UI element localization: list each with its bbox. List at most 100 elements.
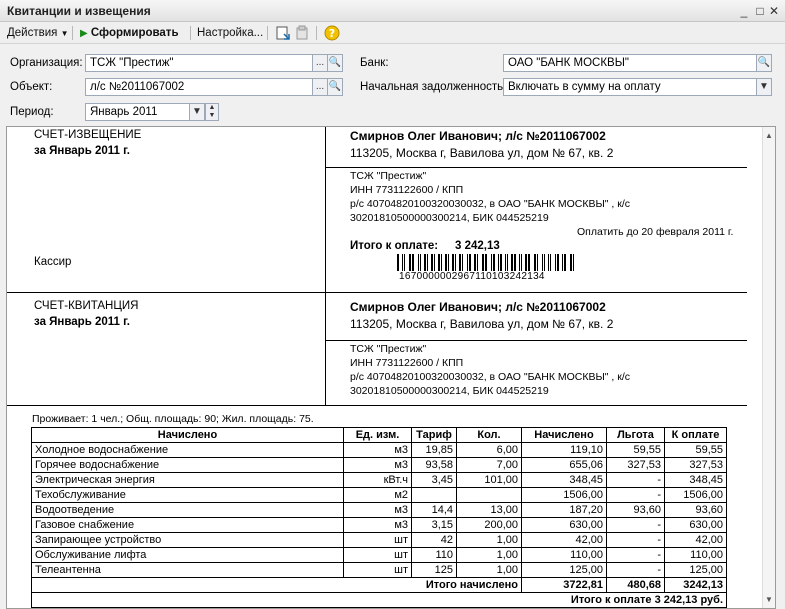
table-cell: 101,00	[456, 472, 522, 488]
table-cell: 14,4	[411, 502, 457, 518]
help-icon[interactable]: ?	[324, 25, 340, 41]
column-header: Начислено	[31, 427, 344, 443]
play-icon: ▶	[80, 28, 88, 39]
minimize-icon[interactable]: _	[737, 4, 751, 18]
receipt-period: за Январь 2011 г.	[34, 316, 130, 328]
table-cell: кВт.ч	[343, 472, 412, 488]
toolbar-separator	[72, 26, 73, 40]
table-cell: 6,00	[456, 442, 522, 458]
chevron-down-icon[interactable]: ▼	[189, 103, 205, 121]
table-row: Обслуживание лифта шт 110 1,00 110,00-110,00	[31, 547, 727, 563]
table-cell: Газовое снабжение	[31, 517, 344, 533]
org-field[interactable]: ТСЖ "Престиж"	[85, 54, 313, 72]
generate-button[interactable]: ▶ Сформировать	[80, 25, 179, 41]
select-button[interactable]: ...	[312, 54, 328, 72]
table-row: Телеантенна шт 125 1,00 125,00-125,00	[31, 562, 727, 578]
total-row: Итого начислено 3722,81 480,68 3242,13	[31, 577, 727, 593]
search-icon[interactable]: 🔍	[756, 54, 772, 72]
receipt-address: 113205, Москва г, Вавилова ул, дом № 67,…	[350, 317, 614, 331]
table-row: Водоотведение м3 14,4 13,00 187,20 93,60 93,60	[31, 502, 727, 518]
window-titlebar: Квитанции и извещения _ □ ✕	[0, 0, 785, 22]
barcode-bar	[519, 254, 520, 271]
table-cell: Запирающее устройство	[31, 532, 344, 548]
close-icon[interactable]: ✕	[767, 4, 781, 18]
period-field[interactable]: Январь 2011	[85, 103, 190, 121]
object-label: Объект:	[10, 81, 53, 93]
table-cell: 348,45	[664, 472, 727, 488]
barcode-bar	[431, 254, 433, 271]
table-cell: 93,60	[664, 502, 727, 518]
save-settings-icon[interactable]	[275, 25, 291, 41]
barcode-bar	[548, 254, 549, 271]
recipient-account: р/с 40704820100320030032, в ОАО "БАНК МО…	[350, 371, 630, 383]
document-preview[interactable]: ▲ ▼ СЧЕТ-ИЗВЕЩЕНИЕ за Январь 2011 г. Кас…	[6, 126, 776, 609]
table-cell: Холодное водоснабжение	[31, 442, 344, 458]
bank-label: Банк:	[360, 57, 389, 69]
search-icon[interactable]: 🔍	[327, 78, 343, 96]
table-cell: 59,55	[606, 442, 665, 458]
select-button[interactable]: ...	[312, 78, 328, 96]
vertical-scrollbar[interactable]: ▲ ▼	[762, 127, 775, 608]
receipt-payer: Смирнов Олег Иванович; л/с №2011067002	[350, 300, 606, 314]
search-icon[interactable]: 🔍	[327, 54, 343, 72]
barcode-bar	[557, 254, 559, 271]
recipient-name: ТСЖ "Престиж"	[350, 343, 427, 355]
table-cell: м3	[343, 442, 412, 458]
restore-settings-icon[interactable]	[294, 25, 310, 41]
table-row: Техобслуживание м2 1506,00-1506,00	[31, 487, 727, 503]
table-cell: 1,00	[456, 547, 522, 563]
column-header: Начислено	[521, 427, 607, 443]
chevron-down-icon: ▼	[60, 29, 69, 38]
window-title: Квитанции и извещения	[7, 4, 151, 18]
table-cell: -	[606, 547, 665, 563]
table-cell: 42,00	[521, 532, 607, 548]
scroll-up-icon[interactable]: ▲	[765, 131, 773, 140]
barcode-bar	[482, 254, 484, 271]
column-header: Тариф	[411, 427, 457, 443]
table-cell: шт	[343, 562, 412, 578]
table-cell: 125,00	[521, 562, 607, 578]
barcode-bar	[521, 254, 522, 271]
barcode-bar	[573, 254, 574, 271]
total-accrued: 3722,81	[521, 577, 607, 593]
table-cell: 1,00	[456, 562, 522, 578]
table-cell: 125	[411, 562, 457, 578]
maximize-icon[interactable]: □	[753, 4, 767, 18]
barcode-bar	[445, 254, 447, 271]
table-cell: 7,00	[456, 457, 522, 473]
table-cell: -	[606, 532, 665, 548]
table-row: Запирающее устройство шт 42 1,00 42,00-42,00	[31, 532, 727, 548]
table-row: Холодное водоснабжение м3 19,85 6,00 119,10 5…	[31, 442, 727, 458]
cashier-label: Кассир	[34, 256, 72, 268]
column-header: Кол.	[456, 427, 522, 443]
bank-field[interactable]: ОАО "БАНК МОСКВЫ"	[503, 54, 757, 72]
barcode-bar	[498, 254, 499, 271]
grand-total-row: Итого к оплате 3 242,13 руб.	[31, 592, 727, 608]
scroll-down-icon[interactable]: ▼	[765, 595, 773, 604]
debt-select[interactable]: Включать в сумму на оплату	[503, 78, 757, 96]
table-cell: 327,53	[664, 457, 727, 473]
actions-menu[interactable]: Действия ▼	[7, 25, 69, 41]
settings-button[interactable]: Настройка...	[197, 25, 263, 41]
divider	[325, 167, 747, 168]
chevron-down-icon[interactable]: ▼	[756, 78, 772, 96]
table-cell: м3	[343, 517, 412, 533]
barcode-bar	[420, 254, 421, 271]
toolbar: Действия ▼ ▶ Сформировать Настройка... ?	[0, 22, 785, 44]
table-cell: -	[606, 517, 665, 533]
recipient-bik: 30201810500000300214, БИК 044525219	[350, 385, 549, 397]
table-cell: 125,00	[664, 562, 727, 578]
table-cell: 3,45	[411, 472, 457, 488]
actions-label: Действия	[7, 27, 58, 39]
table-cell: 1,00	[456, 532, 522, 548]
table-cell: 655,06	[521, 457, 607, 473]
table-cell: 93,58	[411, 457, 457, 473]
table-cell	[456, 487, 522, 503]
object-field[interactable]: л/с №2011067002	[85, 78, 313, 96]
barcode-bar	[534, 254, 536, 271]
period-stepper[interactable]: ▲ ▼	[205, 103, 219, 121]
barcode	[397, 254, 574, 271]
barcode-bar	[424, 254, 426, 271]
barcode-number: 1670000002967110103242134	[399, 271, 545, 282]
divider	[325, 127, 326, 405]
